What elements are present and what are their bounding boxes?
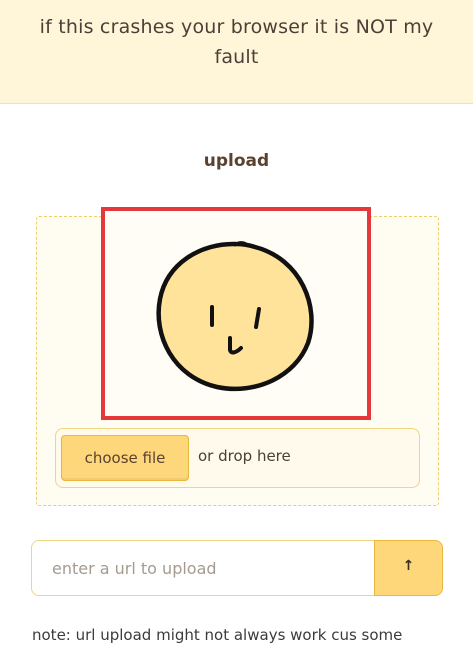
upload-heading: upload: [203, 151, 270, 171]
url-upload-note: note: url upload might not always work c…: [32, 626, 403, 644]
upload-arrow-icon: ↑: [402, 558, 415, 574]
image-preview: [101, 207, 371, 420]
file-picker-row: choose file or drop here: [55, 428, 420, 488]
drop-hint: or drop here: [198, 447, 291, 465]
smiley-face-icon: [156, 241, 314, 392]
warning-banner: if this crashes your browser it is NOT m…: [0, 0, 473, 104]
url-upload-form: ↑: [31, 540, 443, 596]
url-input[interactable]: [31, 540, 376, 596]
url-submit-button[interactable]: ↑: [374, 540, 443, 596]
choose-file-button[interactable]: choose file: [61, 435, 189, 481]
banner-text: if this crashes your browser it is NOT m…: [39, 16, 434, 68]
page: if this crashes your browser it is NOT m…: [0, 0, 473, 650]
